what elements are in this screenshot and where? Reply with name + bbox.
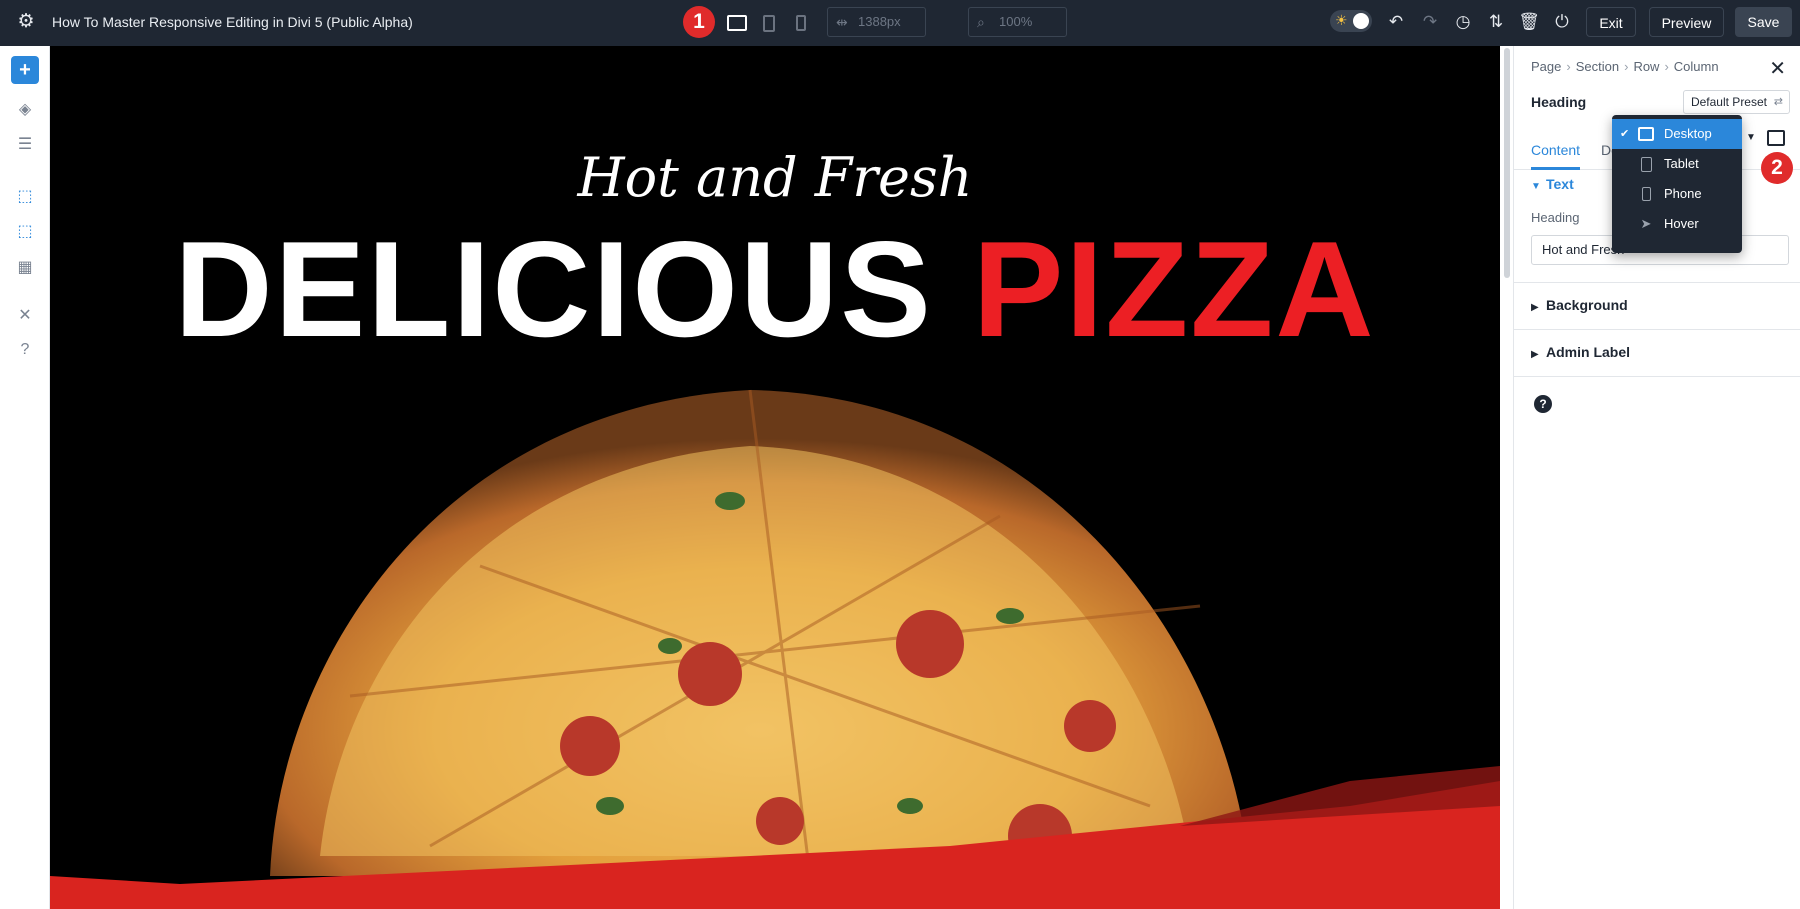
- section-admin-label-toggle[interactable]: ▶ Admin Label: [1531, 344, 1630, 360]
- section-text-label: Text: [1546, 176, 1574, 192]
- device-dropdown-menu: ✔ Desktop Tablet Phone ➤ Hover: [1612, 115, 1742, 253]
- scroll-thumb[interactable]: [1504, 48, 1510, 278]
- preview-button[interactable]: Preview: [1649, 7, 1724, 37]
- menu-item-label: Hover: [1664, 216, 1699, 231]
- builder-canvas[interactable]: Hot and Fresh DELICIOUS PIZZA: [50, 46, 1500, 909]
- zoom-search-icon: ⌕: [977, 14, 985, 30]
- phone-icon: [1638, 186, 1654, 202]
- top-toolbar: ⚙ How To Master Responsive Editing in Di…: [0, 0, 1800, 46]
- help-circle-icon[interactable]: ?: [1534, 395, 1552, 413]
- menu-item-tablet[interactable]: Tablet: [1612, 149, 1742, 179]
- canvas-width-input[interactable]: ⇹ 1388px: [827, 7, 926, 37]
- section-background-toggle[interactable]: ▶ Background: [1531, 297, 1628, 313]
- zoom-value: 100%: [999, 14, 1033, 29]
- breadcrumb-section[interactable]: Section: [1576, 59, 1619, 74]
- close-icon[interactable]: ✕: [1769, 56, 1786, 81]
- tablet-icon: [763, 14, 775, 32]
- module-title: Heading: [1531, 94, 1587, 110]
- desktop-icon: [1638, 126, 1654, 142]
- add-module-button[interactable]: +: [11, 56, 39, 84]
- zoom-input[interactable]: ⌕ 100%: [968, 7, 1067, 37]
- undo-icon[interactable]: ↶: [1385, 11, 1407, 33]
- power-icon[interactable]: ⏻: [1551, 11, 1573, 33]
- settings-sliders-icon[interactable]: ☰: [11, 131, 39, 159]
- section-background-label: Background: [1546, 297, 1628, 313]
- tools-icon[interactable]: ✕: [11, 302, 39, 330]
- cursor-icon: ➤: [1640, 216, 1652, 231]
- divider: [1514, 282, 1800, 283]
- redo-icon[interactable]: ↷: [1419, 11, 1441, 33]
- menu-item-hover[interactable]: ➤ Hover: [1612, 209, 1742, 239]
- layout-library-icon[interactable]: ▦: [11, 254, 39, 282]
- save-button[interactable]: Save: [1735, 7, 1792, 37]
- tablet-icon: [1638, 156, 1654, 172]
- section-text-toggle[interactable]: ▼ Text: [1531, 176, 1574, 192]
- help-icon[interactable]: ?: [11, 336, 39, 364]
- canvas-scrollbar[interactable]: [1501, 46, 1513, 909]
- caret-right-icon: ▶: [1531, 349, 1539, 360]
- divider: [1514, 329, 1800, 330]
- sort-arrows-icon[interactable]: ⇅: [1485, 11, 1507, 33]
- layers-icon[interactable]: ◈: [11, 96, 39, 124]
- phone-icon: [796, 15, 806, 31]
- desktop-view-button[interactable]: [726, 12, 748, 34]
- caret-right-icon: ▶: [1531, 302, 1539, 313]
- multi-select-icon[interactable]: ⬚: [11, 218, 39, 246]
- device-switcher: [726, 12, 812, 34]
- page-title: How To Master Responsive Editing in Divi…: [52, 14, 413, 30]
- menu-item-label: Phone: [1664, 186, 1702, 201]
- menu-item-desktop[interactable]: ✔ Desktop: [1612, 119, 1742, 149]
- menu-item-label: Tablet: [1664, 156, 1699, 171]
- menu-item-label: Desktop: [1664, 126, 1712, 141]
- theme-toggle[interactable]: ☀: [1330, 10, 1372, 32]
- step-badge-1: 1: [683, 6, 715, 38]
- tab-content[interactable]: Content: [1531, 130, 1581, 170]
- caret-down-icon: ▼: [1531, 181, 1541, 192]
- caret-down-icon[interactable]: ▼: [1746, 132, 1756, 143]
- gear-icon[interactable]: ⚙: [16, 12, 36, 32]
- section-admin-label-label: Admin Label: [1546, 344, 1631, 360]
- sun-icon: ☀: [1335, 12, 1348, 28]
- trash-icon[interactable]: 🗑: [1518, 11, 1540, 33]
- width-arrows-icon: ⇹: [836, 14, 848, 30]
- breadcrumb-row[interactable]: Row: [1633, 59, 1659, 74]
- breadcrumb: Page › Section › Row › Column: [1531, 59, 1719, 74]
- divider: [1514, 376, 1800, 377]
- toggle-knob: [1353, 13, 1369, 29]
- pizza-image[interactable]: [50, 46, 1500, 909]
- menu-item-phone[interactable]: Phone: [1612, 179, 1742, 209]
- preset-label: Default Preset: [1690, 95, 1767, 109]
- breadcrumb-column[interactable]: Column: [1674, 59, 1719, 74]
- tablet-view-button[interactable]: [758, 12, 780, 34]
- step-badge-2: 2: [1761, 152, 1793, 184]
- breadcrumb-page[interactable]: Page: [1531, 59, 1561, 74]
- history-icon[interactable]: ◷: [1452, 11, 1474, 33]
- check-icon: ✔: [1620, 128, 1630, 140]
- desktop-icon: [727, 15, 747, 31]
- left-sidebar: + ◈ ☰ ⬚ ⬚ ▦ ✕ ?: [0, 46, 50, 909]
- heading-field-label: Heading: [1531, 210, 1580, 225]
- select-tool-icon[interactable]: ⬚: [11, 183, 39, 211]
- responsive-desktop-icon[interactable]: [1767, 130, 1785, 146]
- exit-button[interactable]: Exit: [1586, 7, 1636, 37]
- canvas-width-value: 1388px: [858, 14, 901, 29]
- preset-selector[interactable]: Default Preset ⇄: [1682, 90, 1790, 114]
- swap-icon: ⇄: [1773, 96, 1783, 108]
- phone-view-button[interactable]: [790, 12, 812, 34]
